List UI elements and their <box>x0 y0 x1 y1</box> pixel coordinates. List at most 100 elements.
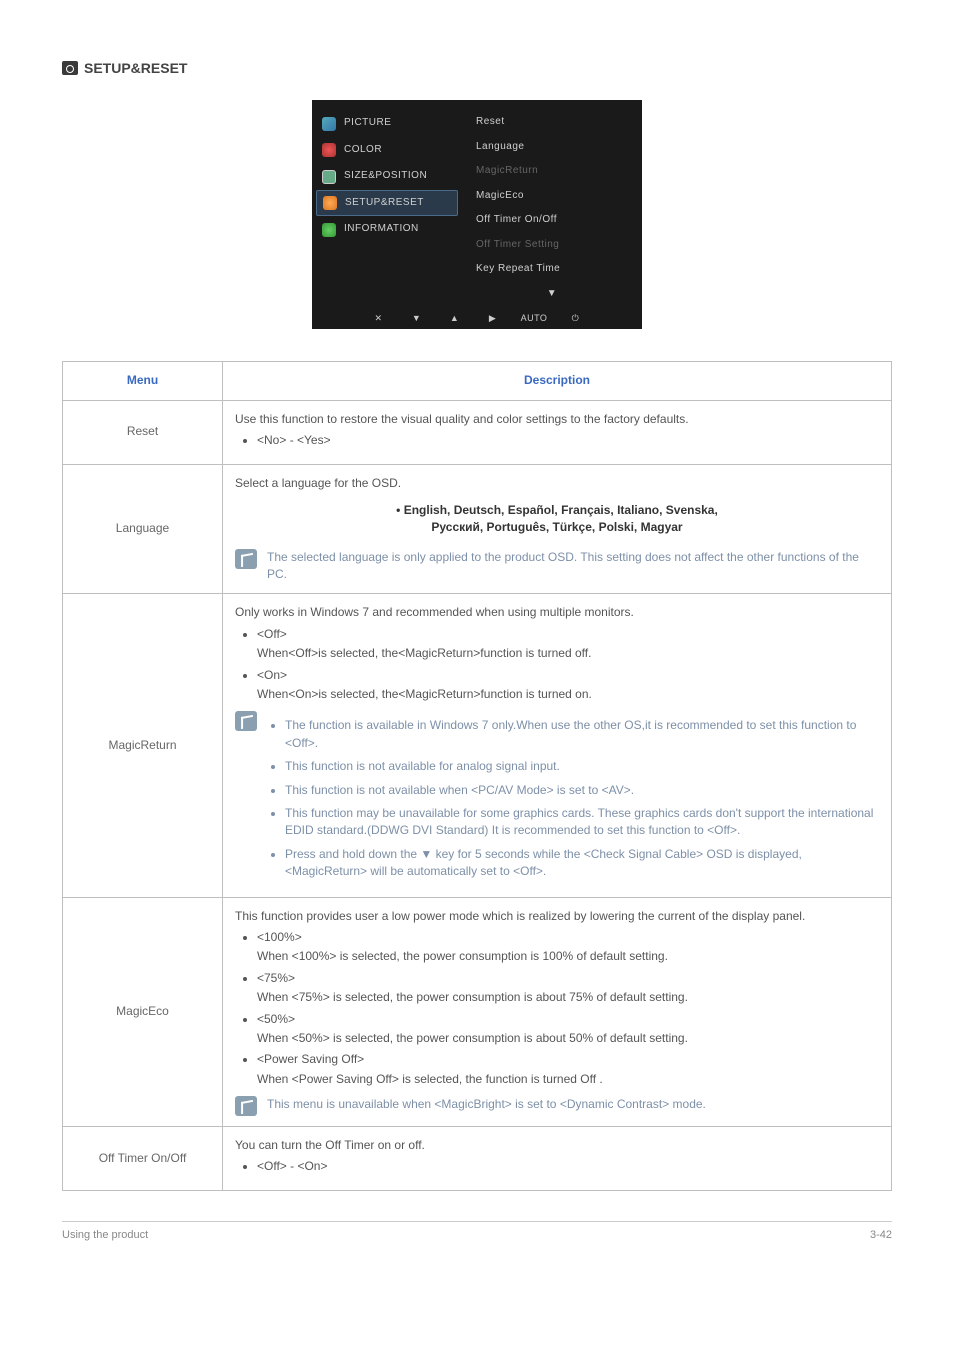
language-note-text: The selected language is only applied to… <box>267 549 879 584</box>
size-icon <box>322 170 336 184</box>
settings-table: Menu Description Reset Use this function… <box>62 361 892 1191</box>
osd-footer: ✕ ▼ ▲ ▶ AUTO ⏻ <box>312 312 642 329</box>
setup-reset-icon <box>62 61 78 75</box>
osd-left-info: INFORMATION <box>312 216 462 243</box>
language-note: The selected language is only applied to… <box>235 549 879 584</box>
note-icon <box>235 1096 257 1116</box>
color-icon <box>322 143 336 157</box>
note-icon <box>235 549 257 569</box>
menu-offtimer: Off Timer On/Off <box>63 1127 223 1191</box>
magicreturn-notes: The function is available in Windows 7 o… <box>235 711 879 886</box>
desc-language: Select a language for the OSD. • English… <box>223 464 892 594</box>
offtimer-options: <Off> - <On> <box>257 1158 879 1175</box>
osd-left-label: INFORMATION <box>344 222 419 237</box>
osd-right-item: Off Timer On/Off <box>462 208 642 233</box>
mr-note: This function is not available for analo… <box>285 758 879 775</box>
table-row: Off Timer On/Off You can turn the Off Ti… <box>63 1127 892 1191</box>
me-75-label: <75%> <box>257 970 879 987</box>
magicreturn-off: <Off> When<Off>is selected, the<MagicRet… <box>257 626 879 663</box>
mr-note: This function may be unavailable for som… <box>285 805 879 840</box>
col-description: Description <box>223 362 892 400</box>
mr-note: This function is not available when <PC/… <box>285 782 879 799</box>
menu-language: Language <box>63 464 223 594</box>
mr-off-text: When<Off>is selected, the<MagicReturn>fu… <box>257 645 879 662</box>
me-psoff-text: When <Power Saving Off> is selected, the… <box>257 1071 879 1088</box>
table-row: MagicEco This function provides user a l… <box>63 897 892 1127</box>
magiceco-100: <100%> When <100%> is selected, the powe… <box>257 929 879 966</box>
me-100-label: <100%> <box>257 929 879 946</box>
osd-left-pane: PICTURE COLOR SIZE&POSITION SETUP&RESET … <box>312 100 462 312</box>
mr-note: The function is available in Windows 7 o… <box>285 717 879 752</box>
close-icon: ✕ <box>369 312 389 325</box>
power-icon: ⏻ <box>565 312 585 325</box>
menu-magiceco: MagicEco <box>63 897 223 1127</box>
osd-right-item: Off Timer Setting <box>462 233 642 258</box>
osd-left-label: SIZE&POSITION <box>344 169 427 184</box>
osd-right-more: ▼ <box>462 282 642 307</box>
desc-reset: Use this function to restore the visual … <box>223 400 892 464</box>
osd-right-item: Language <box>462 135 642 160</box>
footer-right: 3-42 <box>870 1228 892 1244</box>
mr-on-label: <On> <box>257 667 879 684</box>
table-row: Language Select a language for the OSD. … <box>63 464 892 594</box>
mr-on-text: When<On>is selected, the<MagicReturn>fun… <box>257 686 879 703</box>
osd-right-item: MagicEco <box>462 184 642 209</box>
magiceco-50: <50%> When <50%> is selected, the power … <box>257 1011 879 1048</box>
me-75-text: When <75%> is selected, the power consum… <box>257 989 879 1006</box>
osd-right-item: Reset <box>462 110 642 135</box>
picture-icon <box>322 117 336 131</box>
osd-left-label: PICTURE <box>344 116 391 131</box>
me-50-text: When <50%> is selected, the power consum… <box>257 1030 879 1047</box>
table-header-row: Menu Description <box>63 362 892 400</box>
table-row: Reset Use this function to restore the v… <box>63 400 892 464</box>
gear-icon <box>323 196 337 210</box>
magiceco-75: <75%> When <75%> is selected, the power … <box>257 970 879 1007</box>
osd-left-label: SETUP&RESET <box>345 196 424 211</box>
osd-left-color: COLOR <box>312 137 462 164</box>
osd-left-picture: PICTURE <box>312 110 462 137</box>
osd-right-item: MagicReturn <box>462 159 642 184</box>
osd-left-label: COLOR <box>344 143 382 158</box>
magicreturn-on: <On> When<On>is selected, the<MagicRetur… <box>257 667 879 704</box>
language-list: • English, Deutsch, Español, Français, I… <box>235 502 879 537</box>
osd-left-setup-selected: SETUP&RESET <box>316 190 458 217</box>
col-menu: Menu <box>63 362 223 400</box>
magiceco-psoff: <Power Saving Off> When <Power Saving Of… <box>257 1051 879 1088</box>
note-icon <box>235 711 257 731</box>
info-icon <box>322 223 336 237</box>
magiceco-note: This menu is unavailable when <MagicBrig… <box>235 1096 879 1116</box>
up-icon: ▲ <box>445 312 465 325</box>
me-100-text: When <100%> is selected, the power consu… <box>257 948 879 965</box>
section-title: SETUP&RESET <box>84 58 187 78</box>
reset-options: <No> - <Yes> <box>257 432 879 449</box>
osd-right-pane: Reset Language MagicReturn MagicEco Off … <box>462 100 642 312</box>
desc-magicreturn: Only works in Windows 7 and recommended … <box>223 594 892 897</box>
magiceco-note-text: This menu is unavailable when <MagicBrig… <box>267 1096 879 1113</box>
mr-note: Press and hold down the ▼ key for 5 seco… <box>285 846 879 881</box>
footer-left: Using the product <box>62 1228 148 1244</box>
desc-magiceco: This function provides user a low power … <box>223 897 892 1127</box>
me-psoff-label: <Power Saving Off> <box>257 1051 879 1068</box>
down-icon: ▼ <box>407 312 427 325</box>
language-line1: • English, Deutsch, Español, Français, I… <box>235 502 879 519</box>
page-footer: Using the product 3-42 <box>62 1221 892 1244</box>
desc-offtimer: You can turn the Off Timer on or off. <O… <box>223 1127 892 1191</box>
right-icon: ▶ <box>483 312 503 325</box>
reset-intro: Use this function to restore the visual … <box>235 411 879 428</box>
mr-off-label: <Off> <box>257 626 879 643</box>
osd-left-size: SIZE&POSITION <box>312 163 462 190</box>
me-50-label: <50%> <box>257 1011 879 1028</box>
language-line2: Русский, Português, Türkçe, Polski, Magy… <box>235 519 879 536</box>
osd-right-item: Key Repeat Time <box>462 257 642 282</box>
section-header: SETUP&RESET <box>62 58 892 78</box>
auto-label: AUTO <box>521 312 548 325</box>
osd-menu-screenshot: PICTURE COLOR SIZE&POSITION SETUP&RESET … <box>312 100 642 329</box>
table-row: MagicReturn Only works in Windows 7 and … <box>63 594 892 897</box>
menu-reset: Reset <box>63 400 223 464</box>
magicreturn-note-body: The function is available in Windows 7 o… <box>267 711 879 886</box>
language-intro: Select a language for the OSD. <box>235 475 879 492</box>
magicreturn-intro: Only works in Windows 7 and recommended … <box>235 604 879 621</box>
offtimer-intro: You can turn the Off Timer on or off. <box>235 1137 879 1154</box>
menu-magicreturn: MagicReturn <box>63 594 223 897</box>
magiceco-intro: This function provides user a low power … <box>235 908 879 925</box>
